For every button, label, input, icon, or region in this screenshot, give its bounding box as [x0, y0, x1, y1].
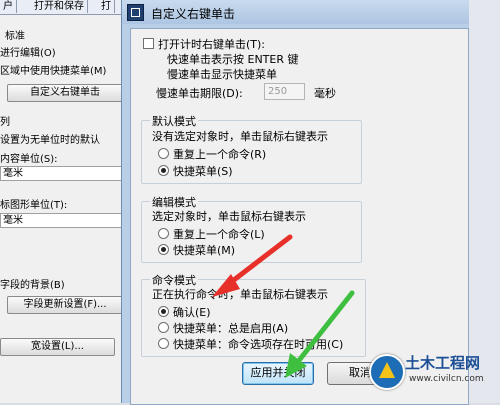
- watermark-url: www.civilcn.com: [409, 374, 484, 384]
- green-arrow-icon: [285, 290, 355, 378]
- logo-badge-icon: [369, 354, 405, 390]
- annotation-arrows: [212, 234, 355, 378]
- watermark-name: 土木工程网: [405, 354, 481, 372]
- site-watermark-logo: 土木工程网 www.civilcn.com: [367, 350, 497, 394]
- red-arrow-icon: [212, 234, 293, 297]
